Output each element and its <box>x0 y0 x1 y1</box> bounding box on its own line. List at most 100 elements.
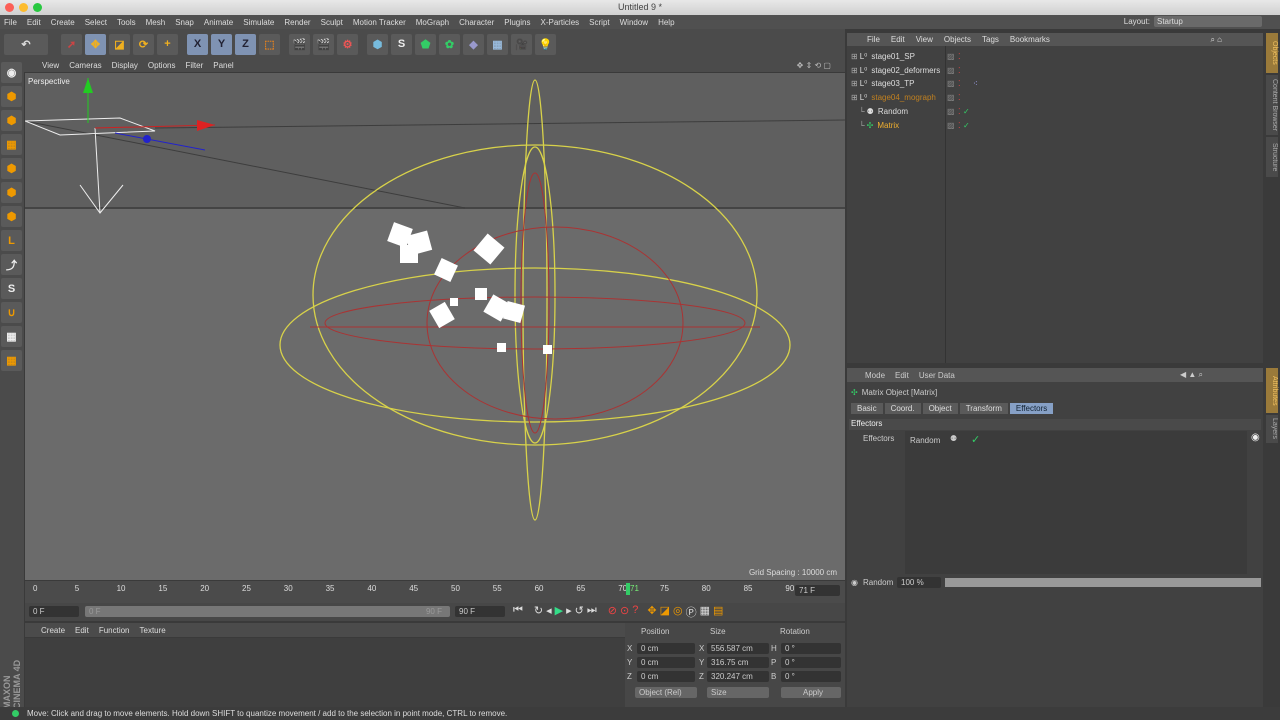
menu-select[interactable]: Select <box>85 18 107 27</box>
cube-object-icon[interactable]: ⬢ <box>367 33 388 55</box>
axis-mode-icon[interactable]: L <box>1 230 22 251</box>
position-field[interactable]: 0 cm <box>637 657 695 668</box>
menu-animate[interactable]: Animate <box>204 18 233 27</box>
render-settings-icon[interactable]: ⚙ <box>337 33 358 55</box>
rotation-field[interactable]: 0 ° <box>781 671 841 682</box>
camera-icon[interactable]: 🎥 <box>511 33 532 55</box>
polygons-mode-icon[interactable]: ⬢ <box>1 206 22 227</box>
material-menu-edit[interactable]: Edit <box>75 626 89 635</box>
object-row[interactable]: └ ⚉ Random ▨ ⁚ ✓ <box>847 105 1263 118</box>
texture-mode-icon[interactable]: ⬢ <box>1 110 22 131</box>
deformer-icon[interactable]: ◆ <box>463 33 484 55</box>
close-button[interactable] <box>5 3 14 12</box>
attr-menu-edit[interactable]: Edit <box>895 371 909 380</box>
current-frame-field[interactable]: 71 F <box>795 585 840 596</box>
visibility-dots-icon[interactable]: ⁚ <box>958 121 961 130</box>
menu-simulate[interactable]: Simulate <box>243 18 274 27</box>
points-mode-icon[interactable]: ⬢ <box>1 158 22 179</box>
menu-x-particles[interactable]: X-Particles <box>540 18 579 27</box>
object-row[interactable]: ⊞ L⁰ stage01_SP ▨ ⁚ <box>847 50 1263 63</box>
array-icon[interactable]: ✿ <box>439 33 460 55</box>
position-field[interactable]: 0 cm <box>637 643 695 654</box>
menu-tools[interactable]: Tools <box>117 18 136 27</box>
menu-help[interactable]: Help <box>658 18 674 27</box>
enabled-check-icon[interactable]: ✓ <box>963 121 970 130</box>
layout-dropdown[interactable]: Startup <box>1154 16 1262 27</box>
rotation-key-icon[interactable]: ◎ <box>673 604 683 620</box>
zoom-button[interactable] <box>33 3 42 12</box>
start-frame-field[interactable]: 0 F <box>29 606 79 617</box>
menu-edit[interactable]: Edit <box>27 18 41 27</box>
strength-slider[interactable] <box>945 578 1261 587</box>
keyframe-selection-icon[interactable]: ? <box>632 604 638 620</box>
tab-effectors[interactable]: Effectors <box>1009 403 1054 414</box>
render-picture-viewer-icon[interactable]: 🎬 <box>313 33 334 55</box>
z-axis-lock-icon[interactable]: Z <box>235 33 256 55</box>
objects-menu-view[interactable]: View <box>916 35 933 44</box>
scale-tool-icon[interactable]: ◪ <box>109 33 130 55</box>
menu-character[interactable]: Character <box>459 18 494 27</box>
object-row[interactable]: ⊞ L⁰ stage02_deformers ▨ ⁚ <box>847 64 1263 77</box>
position-field[interactable]: 0 cm <box>637 671 695 682</box>
expand-toggle-icon[interactable]: ⊞ <box>851 66 858 75</box>
light-icon[interactable]: 💡 <box>535 33 556 55</box>
viewport-nav-icons[interactable]: ✥ ⇕ ⟲ ▢ <box>797 61 831 70</box>
preview-range-slider[interactable]: 0 F 90 F <box>85 606 450 617</box>
timeline-ruler[interactable]: 0 5 10 15 20 25 30 35 40 45 50 55 60 65 70 75 80 85 90 71 … <box>25 581 845 603</box>
grid-icon[interactable]: ▦ <box>1 326 22 347</box>
tab-transform[interactable]: Transform <box>959 403 1008 414</box>
objects-menu-tags[interactable]: Tags <box>982 35 999 44</box>
nav-back-icon[interactable]: ◀ ▲ ⌕ <box>1180 370 1203 380</box>
viewport-menu-view[interactable]: View <box>42 61 59 70</box>
pla-key-icon[interactable]: ▦ <box>700 604 710 620</box>
loop-end-icon[interactable]: ↺ <box>575 604 584 620</box>
visibility-toggle-icon[interactable]: ▨ <box>947 93 955 102</box>
nurbs-icon[interactable]: ⬟ <box>415 33 436 55</box>
viewport-menu-filter[interactable]: Filter <box>185 61 203 70</box>
drag-target-icon[interactable]: ◉ <box>1251 432 1260 443</box>
x-axis-lock-icon[interactable]: X <box>187 33 208 55</box>
coordinate-system-icon[interactable]: ⬚ <box>259 33 280 55</box>
viewport-menu-options[interactable]: Options <box>148 61 176 70</box>
menu-sculpt[interactable]: Sculpt <box>321 18 343 27</box>
timeline-window-icon[interactable]: ▤ <box>713 604 723 620</box>
material-manager[interactable] <box>25 638 625 708</box>
viewport-menu-display[interactable]: Display <box>112 61 138 70</box>
attr-menu-user-data[interactable]: User Data <box>919 371 955 380</box>
y-axis-lock-icon[interactable]: Y <box>211 33 232 55</box>
objects-menu-bookmarks[interactable]: Bookmarks <box>1010 35 1050 44</box>
size-field[interactable]: 320.247 cm <box>707 671 769 682</box>
side-tab-attributes[interactable]: Attributes <box>1266 368 1278 413</box>
floor-icon[interactable]: ▦ <box>487 33 508 55</box>
paint-icon[interactable]: ▦ <box>1 350 22 371</box>
perspective-viewport[interactable]: Perspective Grid Spacing : 10000 cm <box>25 73 845 580</box>
viewport-menu-panel[interactable]: Panel <box>213 61 233 70</box>
menu-file[interactable]: File <box>4 18 17 27</box>
undo-icon[interactable]: ↶ <box>4 33 48 55</box>
strength-radio-icon[interactable]: ◉ <box>851 578 858 587</box>
spline-icon[interactable]: S <box>391 33 412 55</box>
visibility-dots-icon[interactable]: ⁚ <box>958 66 961 75</box>
visibility-toggle-icon[interactable]: ▨ <box>947 121 955 130</box>
expand-toggle-icon[interactable]: ⊞ <box>851 93 858 102</box>
visibility-dots-icon[interactable]: ⁚ <box>958 107 961 116</box>
tp-tag-icon[interactable]: ⁖ <box>973 79 978 88</box>
objects-menu-objects[interactable]: Objects <box>944 35 971 44</box>
record-keyframe-icon[interactable]: ⊘ <box>608 604 617 620</box>
menu-window[interactable]: Window <box>620 18 648 27</box>
side-tab-structure[interactable]: Structure <box>1266 137 1278 177</box>
enabled-check-icon[interactable]: ✓ <box>971 433 980 446</box>
side-tab-content-browser[interactable]: Content Browser <box>1266 75 1278 135</box>
enabled-check-icon[interactable]: ✓ <box>963 107 970 116</box>
effector-item-random[interactable]: Random <box>910 436 940 445</box>
material-menu-texture[interactable]: Texture <box>140 626 166 635</box>
go-to-start-icon[interactable]: ⏮ <box>513 604 523 620</box>
menu-render[interactable]: Render <box>284 18 310 27</box>
make-editable-icon[interactable]: ◉ <box>1 62 22 83</box>
position-key-icon[interactable]: ✥ <box>647 604 656 620</box>
tab-coord[interactable]: Coord. <box>884 403 921 414</box>
tab-object[interactable]: Object <box>922 403 958 414</box>
apply-button[interactable]: Apply <box>781 687 841 698</box>
loop-icon[interactable]: ↻ <box>534 604 543 620</box>
effectors-list[interactable]: Random ⚉ ✓ <box>905 431 1247 574</box>
